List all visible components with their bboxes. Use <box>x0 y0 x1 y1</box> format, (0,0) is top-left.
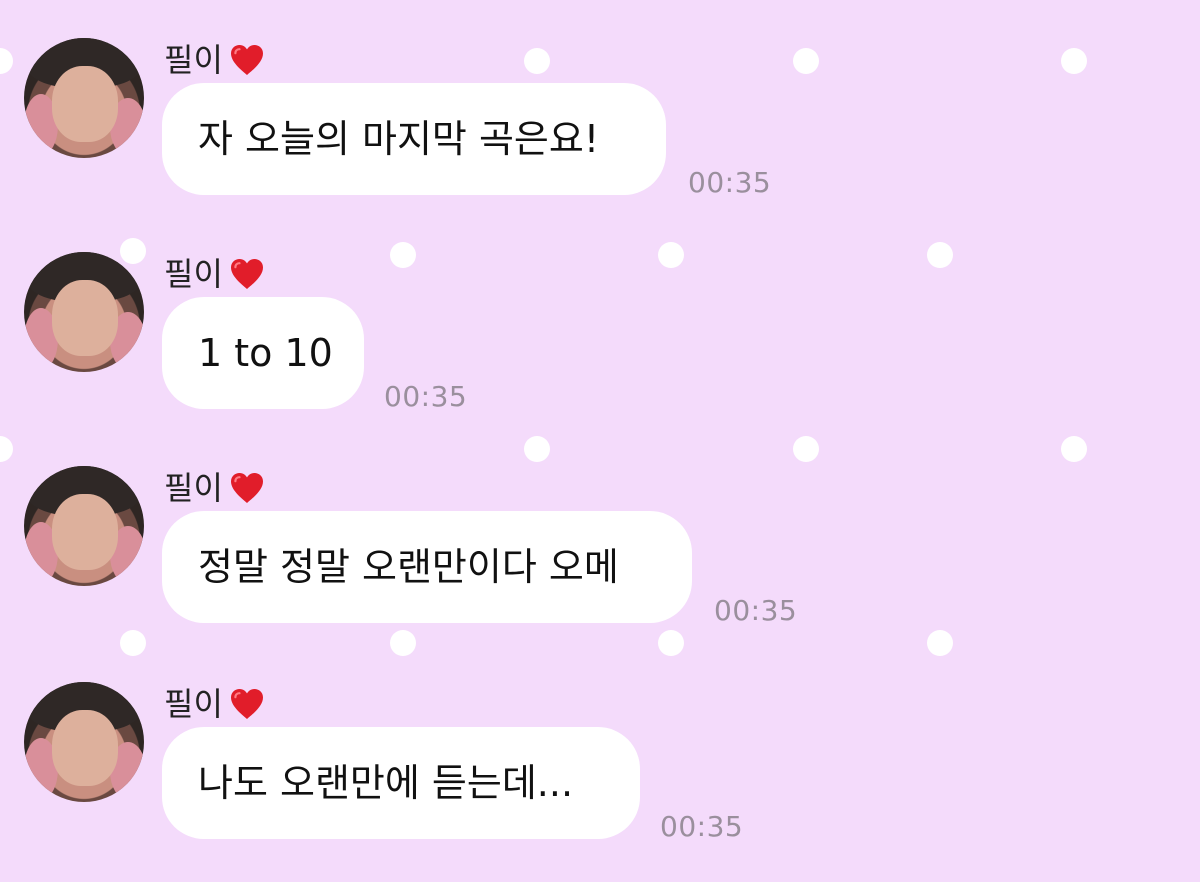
message-bubble[interactable]: 정말 정말 오랜만이다 오메 <box>162 511 692 623</box>
message-bubble[interactable]: 자 오늘의 마지막 곡은요! <box>162 83 666 195</box>
chat-message: 필이 나도 오랜만에 듣는데... 00:35 <box>0 682 1200 882</box>
message-bubble[interactable]: 나도 오랜만에 듣는데... <box>162 727 640 839</box>
sender-name: 필이 <box>164 255 223 293</box>
message-timestamp: 00:35 <box>688 166 772 199</box>
sender-row: 필이 <box>164 38 265 82</box>
message-bubble[interactable]: 1 to 10 <box>162 297 364 409</box>
avatar-face <box>52 66 118 142</box>
message-text: 나도 오랜만에 듣는데... <box>198 761 574 805</box>
message-text: 자 오늘의 마지막 곡은요! <box>198 117 600 161</box>
message-timestamp: 00:35 <box>660 810 744 843</box>
sender-avatar[interactable] <box>24 252 144 372</box>
avatar-face <box>52 494 118 570</box>
red-heart-icon <box>230 259 263 289</box>
message-timestamp: 00:35 <box>714 594 798 627</box>
sender-row: 필이 <box>164 252 265 296</box>
chat-message: 필이 1 to 10 00:35 <box>0 252 1200 452</box>
red-heart-icon <box>230 45 263 75</box>
message-timestamp: 00:35 <box>384 380 468 413</box>
sender-avatar[interactable] <box>24 38 144 158</box>
sender-avatar[interactable] <box>24 466 144 586</box>
avatar-face <box>52 710 118 786</box>
chat-message: 필이 정말 정말 오랜만이다 오메 00:35 <box>0 466 1200 666</box>
sender-row: 필이 <box>164 466 265 510</box>
message-text: 정말 정말 오랜만이다 오메 <box>198 545 619 589</box>
red-heart-icon <box>230 473 263 503</box>
red-heart-icon <box>230 689 263 719</box>
message-text: 1 to 10 <box>198 331 333 375</box>
chat-message: 필이 자 오늘의 마지막 곡은요! 00:35 <box>0 38 1200 238</box>
sender-avatar[interactable] <box>24 682 144 802</box>
avatar-face <box>52 280 118 356</box>
sender-name: 필이 <box>164 685 223 723</box>
sender-name: 필이 <box>164 41 223 79</box>
sender-name: 필이 <box>164 469 223 507</box>
sender-row: 필이 <box>164 682 265 726</box>
